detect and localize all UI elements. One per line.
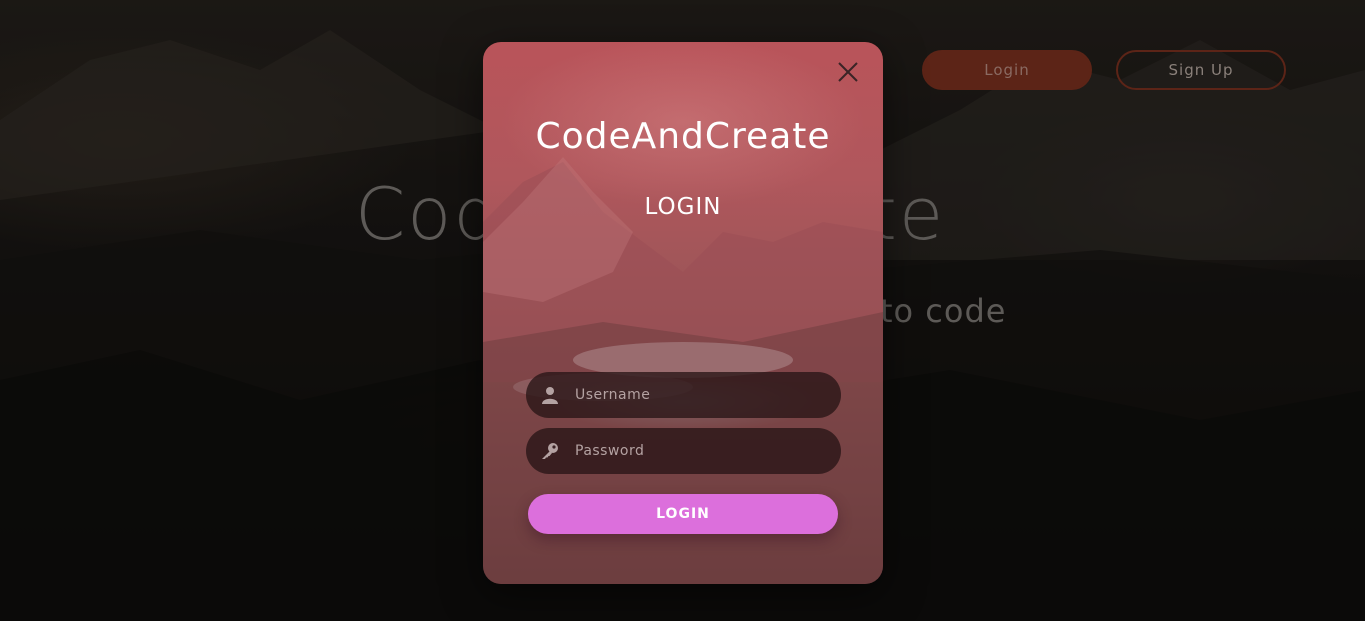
- hero-subtitle: to code: [880, 292, 1007, 330]
- password-field[interactable]: [526, 428, 841, 474]
- user-icon: [526, 386, 574, 404]
- login-submit-button[interactable]: LOGIN: [528, 494, 838, 534]
- nav-signup-button[interactable]: Sign Up: [1116, 50, 1286, 90]
- username-input[interactable]: [574, 372, 841, 418]
- key-icon: [526, 442, 574, 460]
- username-field[interactable]: [526, 372, 841, 418]
- nav-login-button[interactable]: Login: [922, 50, 1092, 90]
- close-icon: [838, 62, 858, 82]
- login-modal: CodeAndCreate LOGIN LOGIN: [483, 42, 883, 584]
- close-button[interactable]: [835, 59, 861, 85]
- password-input[interactable]: [574, 428, 841, 474]
- modal-brand: CodeAndCreate: [535, 116, 831, 157]
- modal-form-title: LOGIN: [644, 194, 722, 220]
